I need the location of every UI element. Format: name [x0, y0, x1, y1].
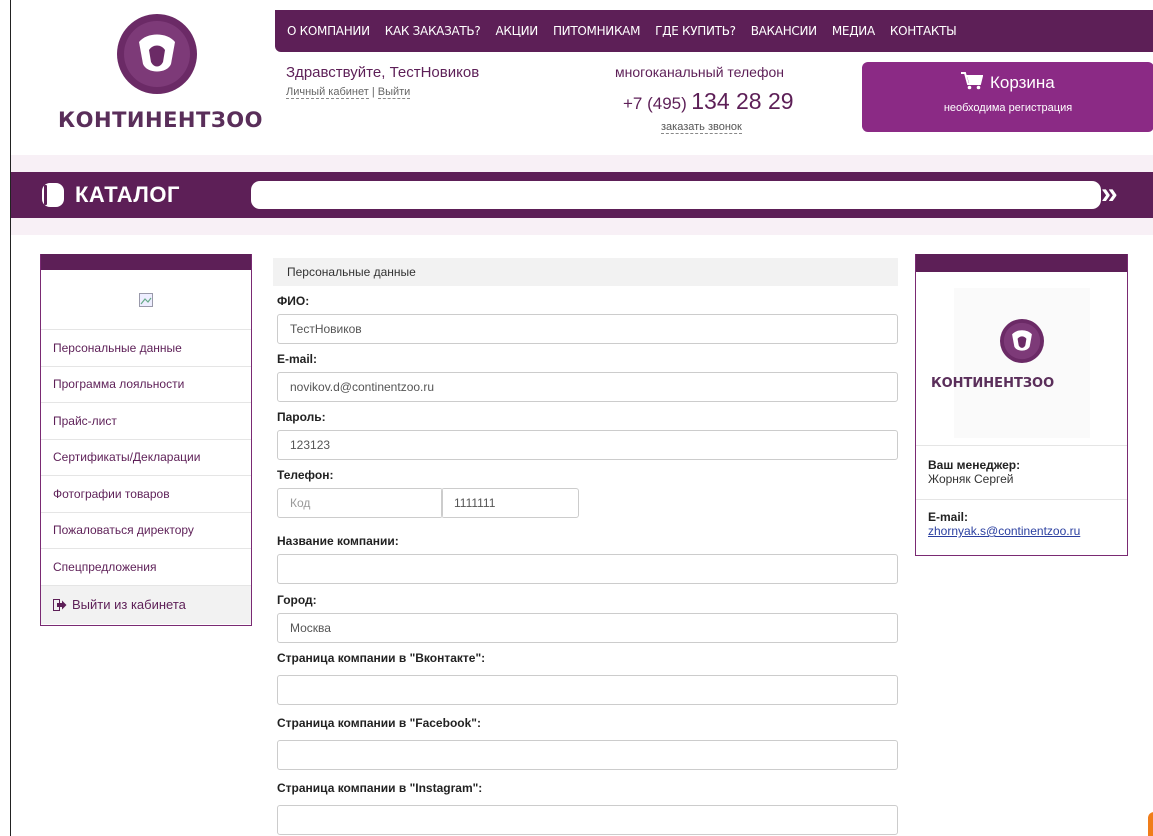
instagram-label: Страница компании в "Instagram": [277, 781, 483, 795]
company-label: Название компании: [277, 534, 399, 548]
top-navigation: О КОМПАНИИ КАК ЗАКАЗАТЬ? АКЦИИ ПИТОМНИКА… [275, 10, 1153, 52]
link-separator: | [371, 86, 375, 98]
company-field[interactable] [277, 554, 898, 584]
facebook-label: Страница компании в "Facebook": [277, 716, 481, 730]
phone-label: Телефон: [277, 468, 334, 482]
manager-label: Ваш менеджер: [928, 458, 1021, 472]
catalog-book-icon [42, 183, 64, 207]
phone-label: многоканальный телефон [615, 64, 784, 80]
personal-data-form: Персональные данные ФИО: ТестНовиков E-m… [273, 258, 898, 835]
nav-about[interactable]: О КОМПАНИИ [287, 24, 370, 38]
nav-contacts[interactable]: КОНТАКТЫ [890, 24, 957, 38]
nav-how-to-order[interactable]: КАК ЗАКАЗАТЬ? [385, 24, 481, 38]
nav-breeders[interactable]: ПИТОМНИКАМ [553, 24, 641, 38]
user-links: Личный кабинет | Выйти [286, 86, 411, 99]
cart-title-row: Корзина [862, 72, 1153, 93]
phone-main: 134 28 29 [691, 88, 794, 114]
sidebar-header [41, 254, 251, 270]
phone-number[interactable]: +7 (495) 134 28 29 [623, 88, 794, 115]
nav-media[interactable]: МЕДИА [832, 24, 875, 38]
manager-email-info: E-mail: zhornyak.s@continentzoo.ru [916, 500, 1127, 538]
page-frame: КОНТИНЕНТЗОО О КОМПАНИИ КАК ЗАКАЗАТЬ? АК… [10, 0, 1153, 836]
user-avatar [41, 270, 251, 330]
sidebar-item-certificates[interactable]: Сертификаты/Декларации [41, 440, 251, 476]
exit-cabinet-button[interactable]: Выйти из кабинета [41, 585, 251, 624]
catalog-search-input[interactable] [251, 181, 1101, 209]
cart-button[interactable]: Корзина необходима регистрация [862, 62, 1153, 132]
user-greeting: Здравствуйте, ТестНовиков [286, 64, 480, 81]
manager-email-label: E-mail: [928, 510, 969, 524]
cart-title: Корзина [989, 73, 1055, 92]
sidebar-item-loyalty[interactable]: Программа лояльности [41, 367, 251, 403]
chat-widget-tab[interactable] [1148, 812, 1153, 836]
vk-field[interactable] [277, 675, 898, 705]
nav-vacancies[interactable]: ВАКАНСИИ [751, 24, 817, 38]
catalog-title: КАТАЛОГ [75, 182, 180, 207]
personal-cabinet-link[interactable]: Личный кабинет [286, 86, 369, 99]
sidebar-item-special-offers[interactable]: Спецпредложения [41, 549, 251, 586]
cart-subtitle: необходима регистрация [943, 102, 1073, 114]
exit-cabinet-label: Выйти из кабинета [72, 597, 186, 612]
cart-icon [961, 72, 984, 90]
phone-row: Код 1111111 [277, 488, 898, 518]
fio-field[interactable]: ТестНовиков [277, 314, 898, 344]
search-go-icon[interactable]: » [1101, 177, 1118, 211]
email-label: E-mail: [277, 352, 318, 366]
nav-where-to-buy[interactable]: ГДЕ КУПИТЬ? [655, 24, 736, 38]
form-section-title: Персональные данные [273, 258, 898, 286]
sidebar-item-photos[interactable]: Фотографии товаров [41, 476, 251, 513]
logo-text: КОНТИНЕНТЗОО [58, 108, 263, 132]
password-label: Пароль: [277, 410, 326, 424]
exit-arrow-icon [53, 598, 67, 611]
vk-label: Страница компании в "Вконтакте": [277, 651, 486, 665]
manager-name: Жорняк Сергей [928, 472, 1014, 486]
phone-prefix: +7 (495) [623, 94, 687, 113]
logo-emblem-icon [117, 14, 197, 94]
email-field[interactable]: novikov.d@continentzoo.ru [277, 372, 898, 402]
sidebar-item-personal-data[interactable]: Персональные данные [41, 330, 251, 367]
city-field[interactable]: Москва [277, 613, 898, 643]
fio-label: ФИО: [277, 294, 310, 308]
logo-background [954, 288, 1090, 438]
logo-emblem-icon [1000, 319, 1044, 363]
facebook-field[interactable] [277, 740, 898, 770]
site-logo[interactable]: КОНТИНЕНТЗОО [41, 8, 281, 148]
sidebar-item-complaint[interactable]: Пожаловаться директору [41, 513, 251, 549]
catalog-bar: КАТАЛОГ » [11, 172, 1153, 218]
phone-code-field[interactable]: Код [277, 488, 443, 518]
broken-image-icon [139, 292, 153, 307]
manager-card: КОНТИНЕНТЗОО Ваш менеджер: Жорняк Сергей… [915, 254, 1128, 556]
manager-info: Ваш менеджер: Жорняк Сергей [916, 446, 1127, 500]
manager-card-logo: КОНТИНЕНТЗОО [916, 272, 1127, 446]
instagram-field[interactable] [277, 805, 898, 835]
manager-email-link[interactable]: zhornyak.s@continentzoo.ru [928, 524, 1080, 538]
password-field[interactable]: 123123 [277, 430, 898, 460]
nav-promotions[interactable]: АКЦИИ [495, 24, 538, 38]
catalog-button[interactable]: КАТАЛОГ [41, 172, 180, 218]
logout-link[interactable]: Выйти [377, 86, 411, 99]
manager-card-header [916, 254, 1127, 272]
sidebar-item-price-list[interactable]: Прайс-лист [41, 403, 251, 440]
city-label: Город: [277, 593, 317, 607]
phone-number-field[interactable]: 1111111 [441, 488, 579, 518]
manager-logo-text: КОНТИНЕНТЗОО [931, 376, 1055, 391]
cabinet-sidebar: Персональные данные Программа лояльности… [40, 254, 252, 626]
callback-link[interactable]: заказать звонок [661, 121, 742, 134]
